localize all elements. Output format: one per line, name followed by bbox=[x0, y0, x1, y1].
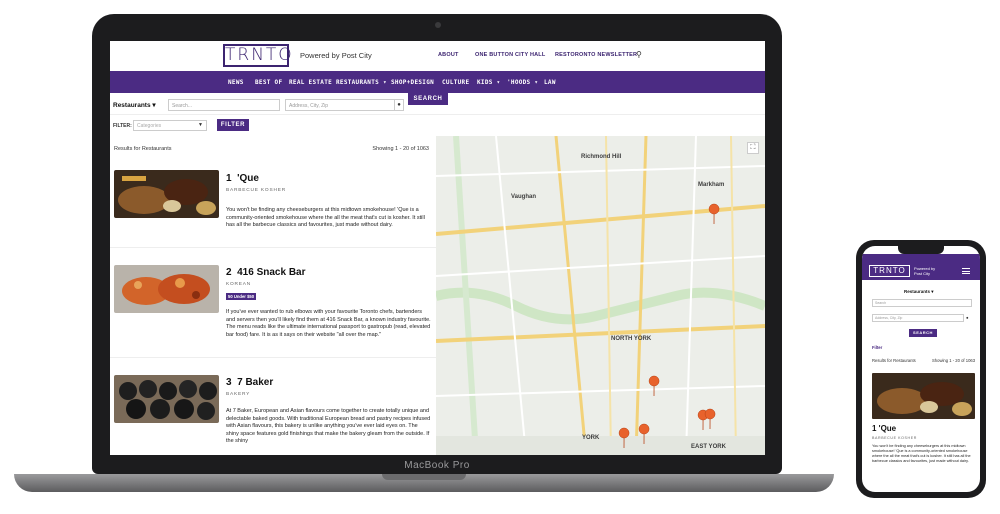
search-button[interactable]: SEARCH bbox=[408, 93, 448, 105]
phone-notch bbox=[898, 246, 944, 254]
listing-rank: 2 bbox=[226, 267, 232, 278]
map-label: Markham bbox=[698, 182, 725, 188]
phone-address-input[interactable]: Address, City, Zip bbox=[872, 314, 964, 322]
phone-filter-link[interactable]: Filter bbox=[872, 345, 882, 350]
listing-name[interactable]: 3 7 Baker bbox=[226, 377, 273, 388]
phone-search-button[interactable]: SEARCH bbox=[909, 329, 937, 337]
map-label: Richmond Hill bbox=[581, 154, 622, 160]
main-nav: NEWS BEST OF REAL ESTATE RESTAURANTS ▾ S… bbox=[110, 71, 765, 93]
listing-name[interactable]: 1 'Que bbox=[226, 173, 259, 184]
map-label: YORK bbox=[582, 435, 600, 441]
listing-description: If you've ever wanted to rub elbows with… bbox=[226, 309, 431, 338]
food-photo bbox=[114, 375, 219, 423]
phone-powered-by: Powered by Post City bbox=[914, 266, 936, 276]
results-count: Showing 1 - 20 of 1063 bbox=[372, 146, 429, 152]
nav-news[interactable]: NEWS bbox=[228, 79, 244, 86]
results-map[interactable]: Richmond Hill Markham Vaughan NORTH YORK… bbox=[436, 136, 765, 455]
phone: TRNTO Powered by Post City Restaurants ▾… bbox=[856, 240, 986, 498]
search-bar: Restaurants ▾ Search... Address, City, Z… bbox=[110, 93, 765, 115]
one-button-city-hall-link[interactable]: ONE BUTTON CITY HALL bbox=[475, 52, 545, 58]
location-pin-icon[interactable]: ● bbox=[394, 99, 404, 111]
phone-listing-name[interactable]: 1 'Que bbox=[872, 424, 896, 433]
nav-real-estate[interactable]: REAL ESTATE bbox=[289, 79, 332, 86]
laptop-brand: MacBook Pro bbox=[404, 460, 470, 471]
address-input[interactable]: Address, City, Zip bbox=[285, 99, 395, 111]
listing-rank: 1 bbox=[226, 173, 232, 184]
listing-name[interactable]: 2 416 Snack Bar bbox=[226, 267, 306, 278]
phone-results-label: Results for Restaurants bbox=[872, 358, 916, 363]
listing-description: At 7 Baker, European and Asian flavours … bbox=[226, 408, 431, 444]
results-list: Results for Restaurants Showing 1 - 20 o… bbox=[110, 136, 436, 455]
nav-shop-design[interactable]: SHOP+DESIGN bbox=[391, 79, 434, 86]
restoronto-newsletter-link[interactable]: RESTORONTO NEWSLETTER bbox=[555, 52, 637, 58]
location-pin-icon[interactable]: ● bbox=[966, 315, 969, 320]
category-select[interactable]: Restaurants ▾ bbox=[113, 101, 156, 109]
laptop-base bbox=[14, 474, 834, 492]
map-label: Vaughan bbox=[511, 194, 537, 200]
list-item[interactable]: 3 7 Baker BAKERY At 7 Baker, European an… bbox=[110, 358, 436, 455]
results-label: Results for Restaurants bbox=[114, 146, 172, 152]
food-photo bbox=[872, 373, 975, 419]
listing-category: BARBECUE KOSHER bbox=[226, 188, 286, 193]
phone-listing-category: BARBECUE KOSHER bbox=[872, 436, 917, 440]
filter-button[interactable]: FILTER bbox=[217, 119, 249, 131]
filter-row: FILTER: Categories ▼ FILTER bbox=[110, 115, 765, 135]
food-photo bbox=[114, 170, 219, 218]
phone-logo[interactable]: TRNTO bbox=[869, 265, 910, 277]
listing-category: BAKERY bbox=[226, 392, 251, 397]
powered-by: Powered by Post City bbox=[300, 51, 372, 60]
camera bbox=[435, 22, 441, 28]
phone-search-input[interactable]: Search bbox=[872, 299, 972, 307]
filter-label: FILTER: bbox=[113, 123, 132, 129]
laptop-screen: TRNTO Powered by Post City ABOUT ONE BUT… bbox=[110, 41, 765, 455]
listing-title: 7 Baker bbox=[237, 377, 274, 388]
listing-category: KOREAN bbox=[226, 282, 252, 287]
laptop-notch bbox=[382, 474, 466, 480]
site-logo[interactable]: TRNTO bbox=[223, 44, 292, 67]
map-label: NORTH YORK bbox=[611, 336, 652, 342]
listing-rank: 3 bbox=[226, 377, 232, 388]
listing-description: You won't be finding any cheeseburgers a… bbox=[226, 207, 425, 228]
nav-law[interactable]: LAW bbox=[544, 79, 556, 86]
list-item[interactable]: 2 416 Snack Bar KOREAN 50 Under $50 If y… bbox=[110, 248, 436, 358]
listing-title: 416 Snack Bar bbox=[237, 267, 306, 278]
menu-icon[interactable] bbox=[962, 268, 970, 274]
phone-listing-description: You won't be finding any cheeseburgers a… bbox=[872, 444, 971, 463]
listing-title: 'Que bbox=[237, 173, 259, 184]
nav-culture[interactable]: CULTURE bbox=[442, 79, 469, 86]
category-select-value: Restaurants bbox=[113, 102, 151, 109]
chevron-down-icon: ▼ bbox=[198, 122, 203, 128]
about-link[interactable]: ABOUT bbox=[438, 52, 459, 58]
map-label: EAST YORK bbox=[691, 444, 726, 450]
fullscreen-icon[interactable]: ⛶ bbox=[747, 142, 759, 154]
categories-placeholder: Categories bbox=[137, 123, 162, 129]
laptop: TRNTO Powered by Post City ABOUT ONE BUT… bbox=[92, 14, 782, 474]
nav-best-of[interactable]: BEST OF bbox=[255, 79, 282, 86]
phone-screen: TRNTO Powered by Post City Restaurants ▾… bbox=[862, 246, 980, 492]
search-input[interactable]: Search... bbox=[168, 99, 280, 111]
nav-restaurants[interactable]: RESTAURANTS ▾ bbox=[336, 79, 387, 86]
phone-results-count: Showing 1 - 20 of 1063 bbox=[932, 358, 976, 363]
list-item[interactable]: 1 'Que BARBECUE KOSHER You won't be find… bbox=[110, 156, 436, 248]
nav-kids[interactable]: KIDS ▾ bbox=[477, 79, 500, 86]
nav-hoods[interactable]: 'HOODS ▾ bbox=[507, 79, 538, 86]
site-header: TRNTO Powered by Post City ABOUT ONE BUT… bbox=[110, 41, 765, 71]
search-icon[interactable]: ⚲ bbox=[636, 50, 642, 59]
price-badge: 50 Under $50 bbox=[226, 293, 257, 300]
phone-category-select[interactable]: Restaurants ▾ bbox=[904, 289, 934, 295]
device-mockup-stage: TRNTO Powered by Post City ABOUT ONE BUT… bbox=[0, 0, 1000, 514]
food-photo bbox=[114, 265, 219, 313]
categories-select[interactable]: Categories ▼ bbox=[133, 120, 207, 131]
list-header: Results for Restaurants Showing 1 - 20 o… bbox=[110, 136, 436, 156]
